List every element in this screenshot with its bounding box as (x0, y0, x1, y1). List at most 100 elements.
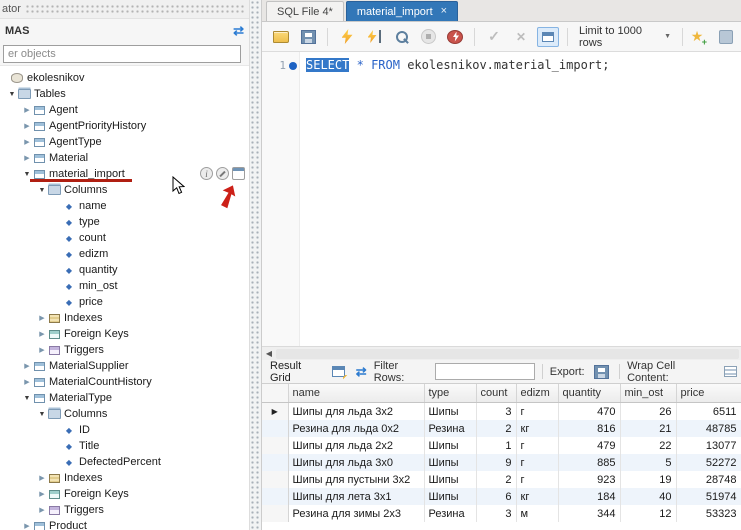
row-selector[interactable] (262, 437, 288, 454)
open-file-icon[interactable] (270, 27, 292, 47)
collapse-icon[interactable]: ▼ (22, 171, 32, 178)
tree-item-triggers[interactable]: ▶Triggers (0, 342, 249, 358)
tree-item-material[interactable]: ▶Material (0, 150, 249, 166)
cell-name[interactable]: Шипы для льда 3x0 (288, 454, 424, 471)
tree-item-materialtype[interactable]: ▼MaterialType (0, 390, 249, 406)
cell-min-ost[interactable]: 12 (620, 505, 676, 522)
column-header-count[interactable]: count (476, 384, 516, 403)
tree-item-edizm[interactable]: edizm (0, 246, 249, 262)
tree-item-agentpriorityhistory[interactable]: ▶AgentPriorityHistory (0, 118, 249, 134)
column-header-price[interactable]: price (676, 384, 741, 403)
commit-icon[interactable] (483, 27, 505, 47)
expand-icon[interactable]: ▶ (22, 106, 32, 114)
filter-objects-input[interactable] (3, 45, 241, 63)
panel-splitter[interactable] (249, 0, 262, 530)
tree-item-agenttype[interactable]: ▶AgentType (0, 134, 249, 150)
tree-item-product[interactable]: ▶Product (0, 518, 249, 530)
cell-type[interactable]: Шипы (424, 454, 476, 471)
refresh-grid-icon[interactable]: ⇄ (356, 364, 367, 380)
collapse-icon[interactable]: ▼ (22, 395, 32, 402)
cell-price[interactable]: 53323 (676, 505, 741, 522)
cell-type[interactable]: Шипы (424, 403, 476, 421)
cell-quantity[interactable]: 344 (558, 505, 620, 522)
tree-item-triggers[interactable]: ▶Triggers (0, 502, 249, 518)
table-data-icon[interactable] (232, 167, 245, 180)
toggle-stop-on-error-icon[interactable] (444, 27, 466, 47)
cell-price[interactable]: 6511 (676, 403, 741, 421)
cell-min-ost[interactable]: 19 (620, 471, 676, 488)
tab-close-icon[interactable]: × (441, 6, 447, 17)
code-area[interactable]: SELECT * FROM ekolesnikov.material_impor… (300, 52, 609, 346)
save-icon[interactable] (297, 27, 319, 47)
tree-item-materialsupplier[interactable]: ▶MaterialSupplier (0, 358, 249, 374)
cell-edizm[interactable]: г (516, 437, 558, 454)
tree-item-materialcounthistory[interactable]: ▶MaterialCountHistory (0, 374, 249, 390)
cell-name[interactable]: Шипы для пустыни 3x2 (288, 471, 424, 488)
column-header-edizm[interactable]: edizm (516, 384, 558, 403)
expand-icon[interactable]: ▶ (37, 506, 47, 514)
tree-item-foreign-keys[interactable]: ▶Foreign Keys (0, 326, 249, 342)
sql-editor[interactable]: 1 SELECT * FROM ekolesnikov.material_imp… (262, 52, 741, 346)
tree-item-foreign-keys[interactable]: ▶Foreign Keys (0, 486, 249, 502)
wrap-cell-content-icon[interactable] (721, 362, 741, 382)
refresh-schemas-icon[interactable]: ⇄ (233, 23, 244, 39)
tab-sql-file-4[interactable]: SQL File 4* (266, 1, 344, 21)
tab-material-import[interactable]: material_import× (346, 1, 458, 21)
cell-type[interactable]: Резина (424, 505, 476, 522)
table-row[interactable]: Резина для льда 0x2Резина2кг8162148785 (262, 420, 741, 437)
current-row-marker[interactable]: ▶ (262, 403, 288, 421)
cell-min-ost[interactable]: 22 (620, 437, 676, 454)
cell-edizm[interactable]: г (516, 403, 558, 421)
cell-name[interactable]: Шипы для лета 3x1 (288, 488, 424, 505)
tree-item-indexes[interactable]: ▶Indexes (0, 310, 249, 326)
export-icon[interactable] (592, 362, 613, 382)
cell-edizm[interactable]: г (516, 471, 558, 488)
column-header-min-ost[interactable]: min_ost (620, 384, 676, 403)
grid-edit-icon[interactable] (328, 362, 349, 382)
expand-icon[interactable]: ▶ (37, 314, 47, 322)
tree-item-min-ost[interactable]: min_ost (0, 278, 249, 294)
cell-quantity[interactable]: 184 (558, 488, 620, 505)
cell-count[interactable]: 9 (476, 454, 516, 471)
tree-item-price[interactable]: price (0, 294, 249, 310)
column-header-name[interactable]: name (288, 384, 424, 403)
tree-item-count[interactable]: count (0, 230, 249, 246)
cell-count[interactable]: 3 (476, 505, 516, 522)
expand-icon[interactable]: ▶ (22, 138, 32, 146)
tree-item-tables[interactable]: ▼Tables (0, 86, 249, 102)
stop-icon[interactable] (417, 27, 439, 47)
rollback-icon[interactable] (510, 27, 532, 47)
limit-rows-dropdown[interactable]: Limit to 1000 rows ▼ (573, 23, 677, 51)
tree-item-quantity[interactable]: quantity (0, 262, 249, 278)
cell-name[interactable]: Резина для льда 0x2 (288, 420, 424, 437)
cell-price[interactable]: 52272 (676, 454, 741, 471)
column-header-quantity[interactable]: quantity (558, 384, 620, 403)
cell-count[interactable]: 1 (476, 437, 516, 454)
collapse-icon[interactable]: ▼ (7, 91, 17, 98)
execute-current-icon[interactable] (363, 27, 385, 47)
row-selector[interactable] (262, 505, 288, 522)
tree-item-columns[interactable]: ▼Columns (0, 182, 249, 198)
filter-rows-input[interactable] (435, 363, 535, 380)
table-row[interactable]: Резина для зимы 2x3Резина3м3441253323 (262, 505, 741, 522)
cell-count[interactable]: 2 (476, 420, 516, 437)
result-grid-tab-label[interactable]: Result Grid (270, 360, 321, 384)
editor-hscrollbar[interactable]: ◀ (262, 346, 741, 360)
cell-quantity[interactable]: 479 (558, 437, 620, 454)
cell-quantity[interactable]: 816 (558, 420, 620, 437)
table-row[interactable]: Шипы для лета 3x1Шипы6кг1844051974 (262, 488, 741, 505)
cell-type[interactable]: Шипы (424, 437, 476, 454)
cell-price[interactable]: 48785 (676, 420, 741, 437)
table-maintenance-icon[interactable] (216, 167, 229, 180)
beautify-icon[interactable] (715, 27, 737, 47)
cell-count[interactable]: 2 (476, 471, 516, 488)
cell-price[interactable]: 13077 (676, 437, 741, 454)
cell-edizm[interactable]: кг (516, 488, 558, 505)
collapse-icon[interactable]: ▼ (37, 187, 47, 194)
add-snippet-icon[interactable] (686, 27, 708, 47)
tree-item-indexes[interactable]: ▶Indexes (0, 470, 249, 486)
row-selector[interactable] (262, 420, 288, 437)
cell-quantity[interactable]: 470 (558, 403, 620, 421)
toggle-autocommit-icon[interactable] (537, 27, 559, 47)
collapse-icon[interactable]: ▼ (37, 411, 47, 418)
